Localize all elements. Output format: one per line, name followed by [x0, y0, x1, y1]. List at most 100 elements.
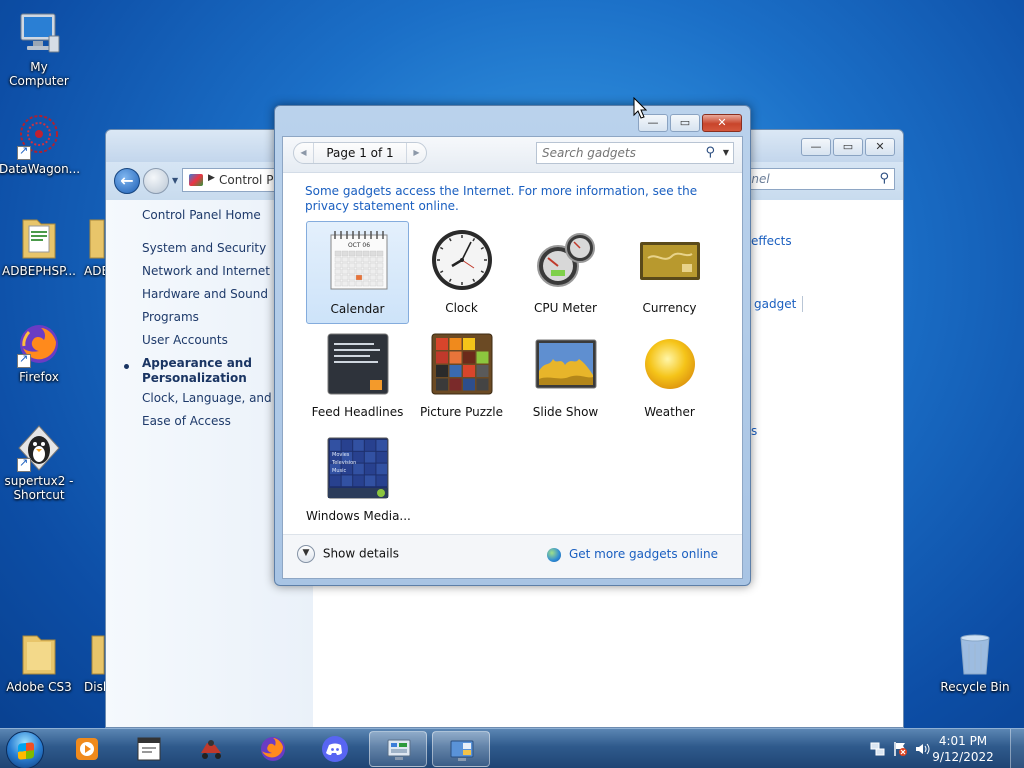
gadget-cpu-meter[interactable]: CPU Meter — [514, 221, 617, 324]
breadcrumb-arrow-icon: ▶ — [208, 173, 215, 183]
gadget-label: Picture Puzzle — [419, 405, 504, 419]
control-panel-icon — [189, 174, 203, 186]
gadgets-window[interactable]: — ▭ ✕ ◀ Page 1 of 1 ▶ ⚲ ▼ Some gadgets a… — [274, 105, 751, 586]
desktop-icon-adb[interactable]: ADB — [70, 214, 106, 278]
cp-link-effects[interactable]: effects — [751, 234, 792, 248]
gadget-picture-puzzle[interactable]: Picture Puzzle — [410, 325, 513, 428]
supertux-penguin-icon — [15, 424, 63, 472]
maximize-icon: ▭ — [679, 116, 691, 129]
sidebar-link-system-security[interactable]: System and Security — [142, 241, 266, 255]
previous-page-button[interactable]: ◀ — [294, 143, 314, 163]
sidebar-link-network-internet[interactable]: Network and Internet — [142, 264, 270, 278]
gadget-slide-show[interactable]: Slide Show — [514, 325, 617, 428]
firefox-icon — [15, 320, 63, 368]
control-panel-search[interactable]: anel ⚲ — [743, 168, 895, 190]
cp-link-partial[interactable]: s — [751, 424, 757, 438]
svg-text:OCT 06: OCT 06 — [348, 242, 370, 249]
desktop-icon-adobe-cs3[interactable]: Adobe CS3 — [0, 630, 79, 694]
gadget-feed-headlines[interactable]: Feed Headlines — [306, 325, 409, 428]
clock-time[interactable]: 4:01 PM — [928, 734, 998, 748]
show-details-toggle[interactable]: ▼ Show details — [297, 545, 399, 563]
gadget-label: Windows Media... — [306, 509, 411, 523]
desktop-icon-my-computer[interactable]: My Computer — [0, 10, 79, 88]
network-icon[interactable] — [870, 741, 886, 757]
shortcut-arrow-icon — [17, 144, 31, 160]
gadget-weather[interactable]: Weather — [618, 325, 721, 428]
get-more-gadgets-link[interactable]: Get more gadgets online — [547, 547, 718, 562]
search-icon: ⚲ — [879, 171, 889, 186]
desktop-icon-label: ADBEPHSP... — [2, 264, 76, 278]
page-indicator: Page 1 of 1 — [326, 146, 394, 160]
forward-button[interactable] — [143, 168, 169, 194]
gadget-calendar[interactable]: OCT 06 Calendar — [306, 221, 409, 324]
cp-minimize-button[interactable]: — — [801, 138, 831, 156]
taskbar-control-panel[interactable] — [369, 731, 427, 767]
desktop-icon-recycle-bin[interactable]: Recycle Bin — [935, 630, 1015, 694]
mouse-cursor-icon — [633, 97, 647, 119]
clock-gadget-icon — [432, 230, 492, 290]
sidebar-link-control-panel-home[interactable]: Control Panel Home — [142, 208, 261, 222]
show-desktop-button[interactable] — [1010, 729, 1024, 768]
desktop-icon-datawagon[interactable]: DataWagon... — [0, 112, 81, 176]
taskbar-media-player[interactable] — [58, 731, 116, 767]
svg-text:Movies: Movies — [332, 452, 350, 458]
control-panel-icon — [387, 739, 411, 760]
sidebar-link-clock-language[interactable]: Clock, Language, and Re — [142, 391, 291, 405]
taskbar-discord[interactable] — [306, 731, 364, 767]
sidebar-link-hardware-sound[interactable]: Hardware and Sound — [142, 287, 268, 301]
sidebar-link-user-accounts[interactable]: User Accounts — [142, 333, 228, 347]
start-button[interactable] — [6, 731, 44, 768]
application-window-icon — [137, 737, 161, 761]
folder-icon — [15, 214, 63, 262]
datawagon-icon — [15, 112, 63, 160]
desktop-icon-label: supertux2 - Shortcut — [4, 474, 74, 502]
taskbar-firefox[interactable] — [244, 731, 302, 767]
taskbar-gadgets[interactable] — [432, 731, 490, 767]
gadget-search-input[interactable] — [537, 143, 697, 163]
sun-weather-icon — [645, 339, 695, 389]
gadget-label: Clock — [445, 301, 478, 315]
taskbar: 4:01 PM 9/12/2022 — [0, 728, 1024, 768]
action-center-flag-icon[interactable] — [892, 741, 908, 757]
clock-date[interactable]: 9/12/2022 — [928, 750, 998, 764]
next-page-button[interactable]: ▶ — [406, 143, 426, 163]
gadgets-maximize-button[interactable]: ▭ — [670, 114, 700, 132]
taskbar-supertux-kart[interactable] — [182, 731, 240, 767]
gadget-currency[interactable]: Currency — [618, 221, 721, 324]
link-separator — [802, 296, 803, 312]
search-icon[interactable]: ⚲ — [705, 145, 715, 160]
desktop-icon-disk[interactable]: Disk — [70, 630, 106, 694]
desktop-icon-label: DataWagon... — [0, 162, 81, 176]
desktop-icon-firefox[interactable]: Firefox — [0, 320, 79, 384]
sidebar-link-programs[interactable]: Programs — [142, 310, 199, 324]
svg-text:Television: Television — [331, 460, 356, 466]
recent-pages-dropdown[interactable]: ▼ — [172, 176, 178, 185]
cp-close-button[interactable]: ✕ — [865, 138, 895, 156]
gadgets-icon — [450, 740, 474, 761]
gadgets-close-button[interactable]: ✕ — [702, 114, 742, 132]
discord-icon — [322, 736, 348, 762]
gadget-windows-media[interactable]: Movies Television Music Windows Media... — [306, 429, 411, 532]
close-icon: ✕ — [717, 116, 727, 129]
gadget-clock[interactable]: Clock — [410, 221, 513, 324]
show-details-label: Show details — [322, 546, 399, 561]
media-player-icon — [76, 738, 98, 760]
cp-link-gadget[interactable]: gadget — [754, 297, 796, 311]
desktop-icon-supertux[interactable]: supertux2 - Shortcut — [0, 424, 79, 502]
sidebar-link-appearance[interactable]: Appearance and Personalization — [142, 356, 262, 386]
desktop-icon-label: Disk — [84, 680, 106, 694]
taskbar-app-window[interactable] — [120, 731, 178, 767]
desktop-icon-label: Recycle Bin — [940, 680, 1010, 694]
picture-puzzle-gadget-icon — [431, 333, 493, 395]
back-button[interactable]: ← — [114, 168, 140, 194]
arrow-left-icon: ← — [120, 171, 134, 190]
sidebar-link-ease-of-access[interactable]: Ease of Access — [142, 414, 231, 428]
system-tray: 4:01 PM 9/12/2022 — [864, 729, 1024, 768]
desktop-icon-label: Adobe CS3 — [6, 680, 72, 694]
calendar-gadget-icon: OCT 06 — [330, 231, 388, 290]
search-options-dropdown[interactable]: ▼ — [723, 148, 729, 157]
cp-maximize-button[interactable]: ▭ — [833, 138, 863, 156]
internet-notice-link[interactable]: Some gadgets access the Internet. For mo… — [305, 184, 725, 214]
cpu-meter-gadget-icon — [537, 233, 595, 287]
desktop-icon-adbephsp[interactable]: ADBEPHSP... — [0, 214, 79, 278]
